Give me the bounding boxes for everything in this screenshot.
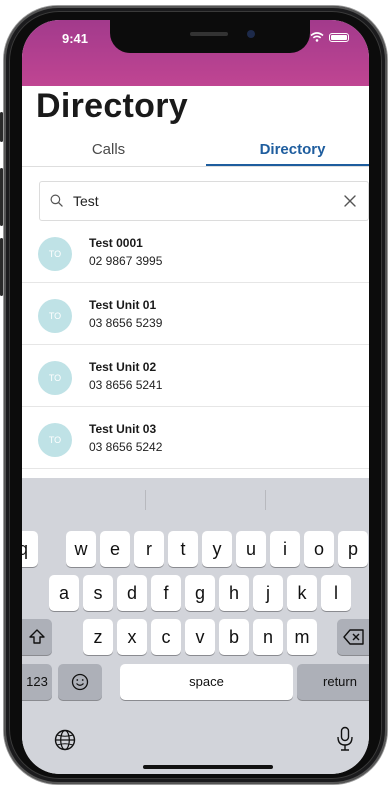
clear-icon[interactable] [343, 194, 357, 208]
suggestion-bar [22, 478, 369, 522]
search-icon [50, 194, 63, 207]
wifi-icon [310, 32, 324, 42]
emoji-key[interactable] [58, 664, 102, 700]
numbers-key-label: 123 [26, 674, 48, 689]
tab-bar: Calls Directory [22, 136, 369, 167]
backspace-icon [343, 629, 364, 645]
volume-up-button [0, 168, 3, 226]
key-v[interactable]: v [185, 619, 215, 655]
contact-name: Test Unit 02 [89, 360, 157, 374]
contact-phone: 02 9867 3995 [89, 254, 163, 268]
contact-name: Test Unit 03 [89, 422, 157, 436]
shift-icon [29, 629, 45, 644]
key-b[interactable]: b [219, 619, 249, 655]
suggestion-divider [265, 490, 266, 510]
keyboard: q w e r t y u i o p a s d f g h j k l z … [22, 478, 369, 774]
notch [110, 20, 310, 53]
avatar: TO [38, 361, 72, 395]
key-a[interactable]: a [49, 575, 79, 611]
tab-directory[interactable]: Directory [206, 136, 369, 166]
microphone-icon[interactable] [335, 726, 355, 752]
key-x[interactable]: x [117, 619, 147, 655]
key-w[interactable]: w [66, 531, 96, 567]
key-h[interactable]: h [219, 575, 249, 611]
key-m[interactable]: m [287, 619, 317, 655]
space-key[interactable]: space [120, 664, 293, 700]
globe-icon[interactable] [53, 728, 77, 752]
search-field[interactable]: Test [39, 181, 369, 221]
page-title: Directory [36, 87, 188, 125]
avatar: TO [38, 237, 72, 271]
list-item[interactable]: TO Test Unit 01 03 8656 5239 [22, 283, 369, 345]
key-y[interactable]: y [202, 531, 232, 567]
key-s[interactable]: s [83, 575, 113, 611]
key-u[interactable]: u [236, 531, 266, 567]
list-item[interactable]: TO Test Unit 02 03 8656 5241 [22, 345, 369, 407]
battery-icon [329, 32, 349, 42]
key-r[interactable]: r [134, 531, 164, 567]
key-i[interactable]: i [270, 531, 300, 567]
results-list: TO Test 0001 02 9867 3995 TO Test Unit 0… [22, 221, 369, 469]
avatar: TO [38, 423, 72, 457]
shift-key[interactable] [22, 619, 52, 655]
phone-screen: 9:41 Directory Calls Directory Test TO T… [22, 20, 369, 774]
front-camera [247, 30, 255, 38]
return-key[interactable]: return [297, 664, 369, 700]
key-q[interactable]: q [22, 531, 38, 567]
status-time: 9:41 [62, 31, 89, 46]
backspace-key[interactable] [337, 619, 369, 655]
key-z[interactable]: z [83, 619, 113, 655]
key-e[interactable]: e [100, 531, 130, 567]
avatar: TO [38, 299, 72, 333]
key-n[interactable]: n [253, 619, 283, 655]
key-k[interactable]: k [287, 575, 317, 611]
key-c[interactable]: c [151, 619, 181, 655]
key-l[interactable]: l [321, 575, 351, 611]
key-p[interactable]: p [338, 531, 368, 567]
search-input[interactable]: Test [73, 193, 99, 209]
home-indicator[interactable] [143, 765, 273, 769]
key-g[interactable]: g [185, 575, 215, 611]
volume-down-button [0, 238, 3, 296]
speaker [190, 32, 228, 36]
key-t[interactable]: t [168, 531, 198, 567]
emoji-icon [71, 673, 89, 691]
contact-name: Test 0001 [89, 236, 143, 250]
contact-phone: 03 8656 5239 [89, 316, 163, 330]
contact-phone: 03 8656 5241 [89, 378, 163, 392]
numbers-key[interactable]: 123 [22, 664, 52, 700]
tab-calls[interactable]: Calls [22, 136, 195, 166]
list-item[interactable]: TO Test 0001 02 9867 3995 [22, 221, 369, 283]
suggestion-divider [145, 490, 146, 510]
contact-phone: 03 8656 5242 [89, 440, 163, 454]
key-j[interactable]: j [253, 575, 283, 611]
list-item[interactable]: TO Test Unit 03 03 8656 5242 [22, 407, 369, 469]
key-f[interactable]: f [151, 575, 181, 611]
key-d[interactable]: d [117, 575, 147, 611]
key-o[interactable]: o [304, 531, 334, 567]
contact-name: Test Unit 01 [89, 298, 157, 312]
mute-switch [0, 112, 3, 142]
